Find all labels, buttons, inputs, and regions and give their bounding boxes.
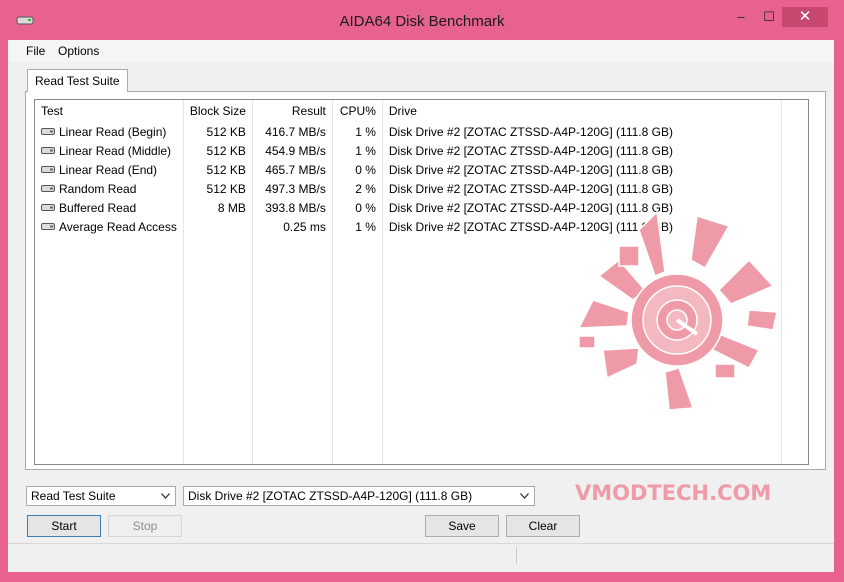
test-name: Buffered Read xyxy=(59,200,137,215)
cell-drive: Disk Drive #2 [ZOTAC ZTSSD-A4P-120G] (11… xyxy=(382,179,782,198)
disk-icon xyxy=(41,127,55,135)
table-header: Test Block Size Result CPU% Drive xyxy=(35,100,782,122)
drive-select[interactable]: Disk Drive #2 [ZOTAC ZTSSD-A4P-120G] (11… xyxy=(183,486,535,506)
client-area: File Options Read Test Suite Test Block … xyxy=(8,40,834,572)
cell-block-size: 512 KB xyxy=(183,179,253,198)
close-button[interactable]: ✕ xyxy=(782,7,828,27)
table-row[interactable]: Linear Read (End) 512 KB 465.7 MB/s 0 % … xyxy=(35,160,782,179)
chevron-down-icon xyxy=(520,493,529,499)
table-row[interactable]: Linear Read (Begin) 512 KB 416.7 MB/s 1 … xyxy=(35,122,782,141)
cell-cpu: 2 % xyxy=(332,179,383,198)
column-header-result[interactable]: Result xyxy=(252,100,333,122)
tab-read-test-suite[interactable]: Read Test Suite xyxy=(27,69,128,92)
cell-cpu: 0 % xyxy=(332,198,383,217)
column-header-block-size[interactable]: Block Size xyxy=(183,100,253,122)
chevron-down-icon xyxy=(161,493,170,499)
watermark-text: VMODTECH.COM xyxy=(575,481,772,505)
cell-result: 454.9 MB/s xyxy=(252,141,333,160)
disk-icon xyxy=(41,203,55,211)
suite-select[interactable]: Read Test Suite xyxy=(26,486,176,506)
cell-drive: Disk Drive #2 [ZOTAC ZTSSD-A4P-120G] (11… xyxy=(382,160,782,179)
cell-block-size xyxy=(183,217,253,236)
cell-result: 416.7 MB/s xyxy=(252,122,333,141)
disk-icon xyxy=(41,222,55,230)
stop-button[interactable]: Stop xyxy=(108,515,182,537)
clear-button[interactable]: Clear xyxy=(506,515,580,537)
minimize-button[interactable]: ‒ xyxy=(727,7,755,27)
cell-result: 497.3 MB/s xyxy=(252,179,333,198)
status-bar xyxy=(8,543,834,566)
watermark-logo xyxy=(577,210,778,410)
save-button[interactable]: Save xyxy=(425,515,499,537)
cell-cpu: 1 % xyxy=(332,122,383,141)
column-header-drive[interactable]: Drive xyxy=(382,100,782,122)
cell-test: Buffered Read xyxy=(35,198,184,217)
cell-test: Random Read xyxy=(35,179,184,198)
disk-icon xyxy=(41,165,55,173)
menu-bar: File Options xyxy=(8,40,834,62)
title-bar[interactable]: AIDA64 Disk Benchmark ‒ ☐ ✕ xyxy=(0,0,844,40)
cell-drive: Disk Drive #2 [ZOTAC ZTSSD-A4P-120G] (11… xyxy=(382,141,782,160)
cell-test: Linear Read (Begin) xyxy=(35,122,184,141)
test-name: Linear Read (End) xyxy=(59,162,158,177)
status-separator xyxy=(516,547,517,564)
window-title: AIDA64 Disk Benchmark xyxy=(339,13,505,30)
table-row[interactable]: Linear Read (Middle) 512 KB 454.9 MB/s 1… xyxy=(35,141,782,160)
maximize-button[interactable]: ☐ xyxy=(755,7,783,27)
column-header-test[interactable]: Test xyxy=(35,100,184,122)
cell-block-size: 512 KB xyxy=(183,122,253,141)
test-name: Linear Read (Begin) xyxy=(59,124,167,139)
disk-icon xyxy=(41,146,55,154)
menu-file[interactable]: File xyxy=(26,44,45,58)
cell-drive: Disk Drive #2 [ZOTAC ZTSSD-A4P-120G] (11… xyxy=(382,122,782,141)
test-name: Linear Read (Middle) xyxy=(59,143,172,158)
suite-select-value: Read Test Suite xyxy=(31,489,116,503)
cell-block-size: 512 KB xyxy=(183,141,253,160)
cell-result: 0.25 ms xyxy=(252,217,333,236)
cell-block-size: 512 KB xyxy=(183,160,253,179)
app-window: AIDA64 Disk Benchmark ‒ ☐ ✕ File Options… xyxy=(0,0,844,582)
disk-icon xyxy=(41,184,55,192)
cell-cpu: 1 % xyxy=(332,141,383,160)
cell-cpu: 1 % xyxy=(332,217,383,236)
test-name: Average Read Access xyxy=(59,219,177,234)
drive-select-value: Disk Drive #2 [ZOTAC ZTSSD-A4P-120G] (11… xyxy=(188,489,473,503)
cell-block-size: 8 MB xyxy=(183,198,253,217)
cell-test: Average Read Access xyxy=(35,217,184,236)
start-button[interactable]: Start xyxy=(27,515,101,537)
column-header-cpu[interactable]: CPU% xyxy=(332,100,383,122)
table-row[interactable]: Random Read 512 KB 497.3 MB/s 2 % Disk D… xyxy=(35,179,782,198)
menu-options[interactable]: Options xyxy=(58,44,99,58)
cell-cpu: 0 % xyxy=(332,160,383,179)
test-name: Random Read xyxy=(59,181,137,196)
cell-result: 465.7 MB/s xyxy=(252,160,333,179)
cell-test: Linear Read (End) xyxy=(35,160,184,179)
cell-test: Linear Read (Middle) xyxy=(35,141,184,160)
cell-result: 393.8 MB/s xyxy=(252,198,333,217)
